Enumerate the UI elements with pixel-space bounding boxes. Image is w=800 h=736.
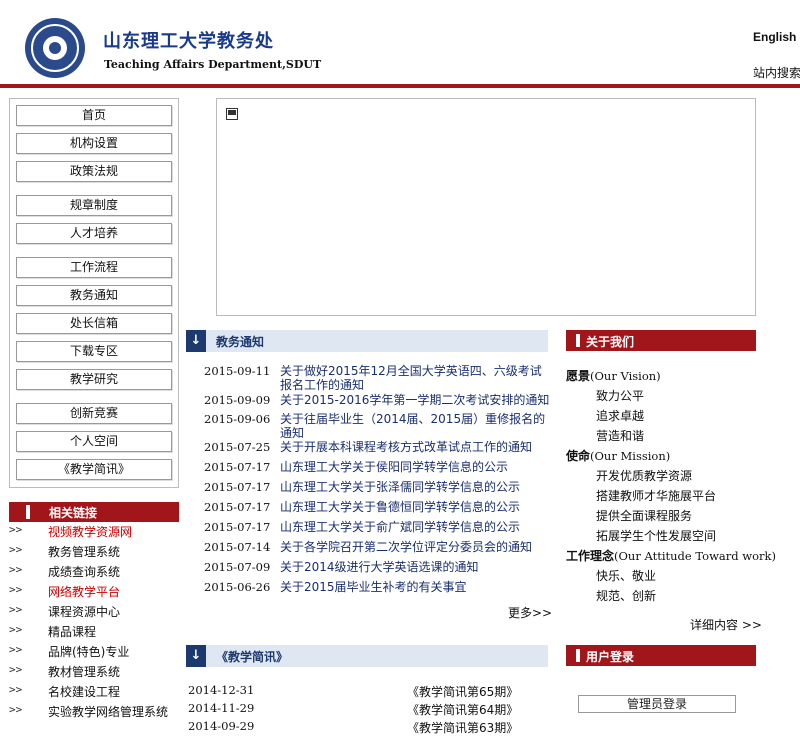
arrow-icon: >>	[9, 603, 23, 616]
link-online-platform[interactable]: >> 网络教学平台	[9, 583, 189, 603]
down-arrow-icon: ↓	[186, 330, 206, 352]
arrow-icon: >>	[9, 623, 23, 636]
mission-item: 搭建教师才华施展平台	[596, 489, 717, 503]
login-header: 用户登录	[566, 645, 756, 666]
notices-title: 教务通知	[216, 335, 265, 349]
mission-item: 提供全面课程服务	[596, 509, 693, 523]
link-lab-system[interactable]: >> 实验教学网络管理系统	[9, 703, 189, 723]
link-grade-query[interactable]: >> 成绩查询系统	[9, 563, 189, 583]
nav-personal-space[interactable]: 个人空间	[16, 431, 172, 452]
arrow-icon: >>	[9, 563, 23, 576]
nav-policies[interactable]: 政策法规	[16, 161, 172, 182]
mission-item: 拓展学生个性发展空间	[596, 529, 717, 543]
arrow-icon: >>	[9, 643, 23, 656]
english-link[interactable]: English	[753, 30, 796, 44]
vision-heading: 愿景(Our Vision)	[566, 369, 661, 383]
nav-downloads[interactable]: 下载专区	[16, 341, 172, 362]
link-academic-system[interactable]: >> 教务管理系统	[9, 543, 189, 563]
broken-image-icon	[226, 108, 238, 120]
admin-login-button[interactable]: 管理员登录	[578, 695, 736, 713]
mission-item: 开发优质教学资源	[596, 469, 693, 483]
mission-heading: 使命(Our Mission)	[566, 449, 671, 463]
login-title: 用户登录	[586, 650, 635, 664]
site-title: 山东理工大学教务处	[103, 31, 274, 52]
link-video-resources[interactable]: >> 视频教学资源网	[9, 523, 189, 543]
link-course-resources[interactable]: >> 课程资源中心	[9, 603, 189, 623]
nav-home[interactable]: 首页	[16, 105, 172, 126]
arrow-icon: >>	[9, 523, 23, 536]
arrow-icon: >>	[9, 703, 23, 716]
attitude-item: 规范、创新	[596, 589, 657, 603]
nav-talent-training[interactable]: 人才培养	[16, 223, 172, 244]
arrow-icon: >>	[9, 683, 23, 696]
nav-director-mailbox[interactable]: 处长信箱	[16, 313, 172, 334]
arrow-icon: >>	[9, 543, 23, 556]
nav-teaching-brief[interactable]: 《教学简讯》	[16, 459, 172, 480]
nav-notices[interactable]: 教务通知	[16, 285, 172, 306]
about-details-link[interactable]: 详细内容 >>	[690, 616, 762, 633]
vision-item: 致力公平	[596, 389, 645, 403]
nav-teaching-research[interactable]: 教学研究	[16, 369, 172, 390]
vision-item: 营造和谐	[596, 429, 645, 443]
brief-title: 《教学简讯》	[216, 650, 289, 664]
banner-frame	[216, 98, 756, 316]
site-subtitle: Teaching Affairs Department,SDUT	[104, 58, 322, 71]
notices-header: ↓ 教务通知	[186, 330, 548, 352]
related-links-header: 相关链接	[9, 502, 179, 522]
nav-organization[interactable]: 机构设置	[16, 133, 172, 154]
nav-innovation-contest[interactable]: 创新竞赛	[16, 403, 172, 424]
about-header: 关于我们	[566, 330, 756, 351]
arrow-icon: >>	[9, 663, 23, 676]
nav-workflow[interactable]: 工作流程	[16, 257, 172, 278]
vision-item: 追求卓越	[596, 409, 645, 423]
about-title: 关于我们	[586, 335, 635, 349]
link-quality-courses[interactable]: >> 精品课程	[9, 623, 189, 643]
arrow-icon: >>	[9, 583, 23, 596]
more-notices-link[interactable]: 更多>>	[508, 604, 552, 621]
header-divider	[0, 84, 800, 88]
link-brand-majors[interactable]: >> 品牌(特色)专业	[9, 643, 189, 663]
attitude-heading: 工作理念(Our Attitude Toward work)	[566, 549, 776, 563]
link-famous-school[interactable]: >> 名校建设工程	[9, 683, 189, 703]
university-logo	[25, 18, 85, 78]
link-textbook-system[interactable]: >> 教材管理系统	[9, 663, 189, 683]
site-search-link[interactable]: 站内搜索	[753, 64, 800, 81]
attitude-item: 快乐、敬业	[596, 569, 657, 583]
related-links-title: 相关链接	[49, 506, 98, 520]
nav-regulations[interactable]: 规章制度	[16, 195, 172, 216]
brief-header: ↓ 《教学简讯》	[186, 645, 548, 667]
down-arrow-icon: ↓	[186, 645, 206, 667]
